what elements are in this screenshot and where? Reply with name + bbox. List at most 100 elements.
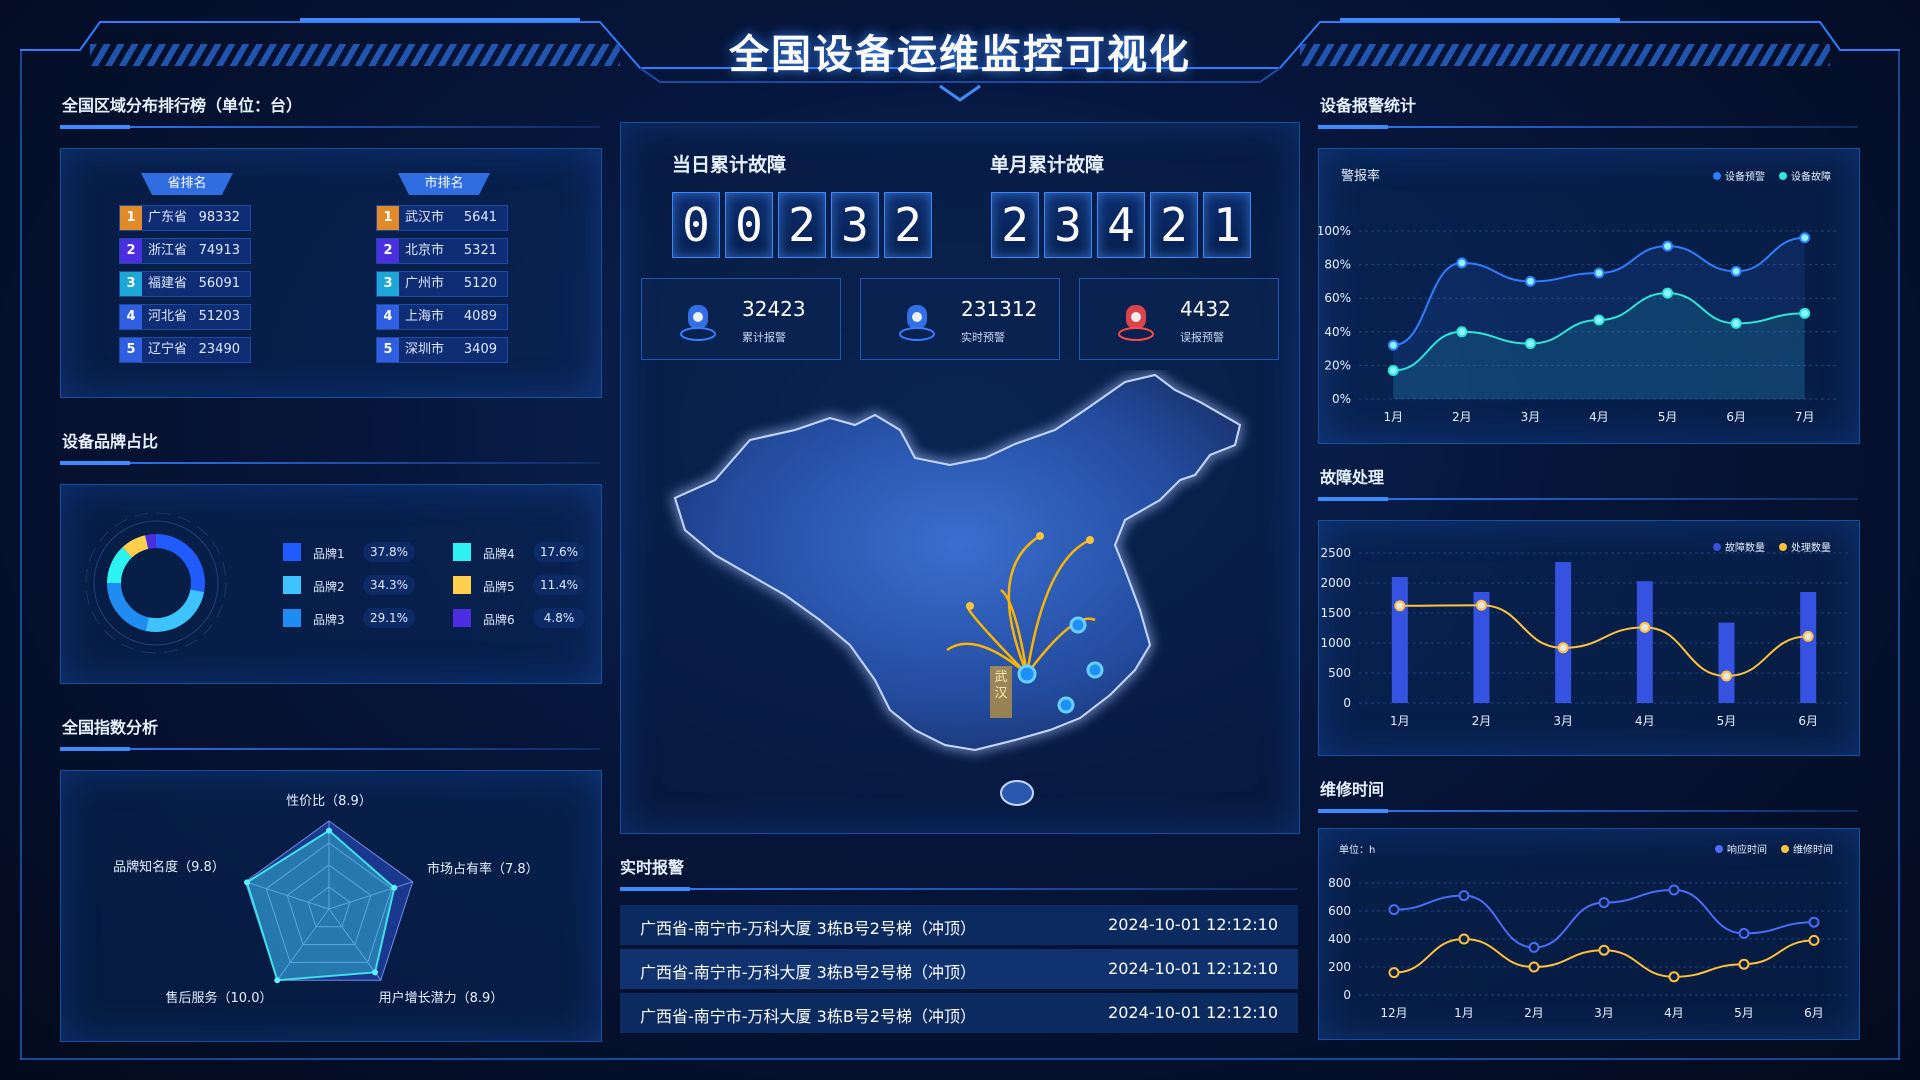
radar-data-point: [391, 884, 398, 891]
china-map: [672, 372, 1243, 806]
chart-point: [1456, 257, 1468, 269]
chart-x-tick: 6月: [1804, 1006, 1824, 1020]
frame-right: [1898, 50, 1900, 1060]
chart-y-tick: 600: [1328, 904, 1351, 918]
counter-digit: 2: [1150, 192, 1198, 258]
brand-legend-label: 品牌6: [483, 613, 515, 627]
brand-legend-item: 品牌2 34.3%: [283, 575, 433, 598]
daily-fault-title: 当日累计故障: [672, 154, 787, 176]
city-rank-name: 广州市: [405, 276, 445, 291]
city-rank-number: 4: [377, 305, 399, 329]
chart-x-tick: 4月: [1635, 714, 1655, 728]
page-title: 全国设备运维监控可视化: [729, 31, 1191, 78]
chart-point: [1639, 621, 1651, 633]
province-rank-value: 56091: [198, 276, 240, 291]
alert-text: 广西省-南宁市-万科大厦 3栋B号2号梯（冲顶）: [640, 963, 976, 982]
stat-label: 累计报警: [742, 331, 786, 344]
alarm-line-chart: 警报率 100% 80% 60% 40% 20% 0% 1月 2月 3月 4月 5月 6月 7月 设备预警 设…: [1319, 168, 1839, 424]
chart-y-tick: 0: [1343, 696, 1351, 710]
fault-bar-chart: 2500 2000 1500 1000 500 0 1月 2月 3月 4月 5月 6月 故障数量 处理数量: [1320, 541, 1849, 728]
city-rank-name: 北京市: [405, 243, 445, 258]
brand-legend-swatch: [453, 609, 471, 627]
province-rank-row: 4 河北省 51203: [119, 304, 251, 330]
chart-point: [1458, 933, 1470, 945]
chart-point: [1668, 971, 1680, 983]
city-rank-number: 1: [377, 206, 399, 230]
radar-data-point: [372, 969, 379, 976]
brand-legend-label: 品牌2: [313, 580, 345, 594]
repair-line-chart: 单位：h 800 600 400 200 0 12月 1月 2月 3月 4月 5月 6月 响应时间 维修时间: [1328, 843, 1849, 1020]
chart-x-tick: 1月: [1390, 714, 1410, 728]
city-rank-name: 武汉市: [405, 210, 445, 225]
chart-legend-label: 维修时间: [1793, 843, 1833, 856]
stat-value: 4432: [1180, 297, 1231, 321]
chart-y-tick: 200: [1328, 960, 1351, 974]
chart-y-tick: 20%: [1324, 358, 1351, 372]
counter-digit: 2: [778, 192, 826, 258]
chart-bar: [1800, 592, 1817, 703]
chart-x-tick: 5月: [1717, 714, 1737, 728]
stat-label: 实时预警: [961, 331, 1005, 344]
chart-point: [1799, 307, 1811, 319]
city-rank-value: 3409: [463, 342, 497, 357]
chart-x-tick: 5月: [1734, 1006, 1754, 1020]
donut-slice: [145, 589, 205, 632]
counter-digit: 4: [1097, 192, 1145, 258]
province-rank-value: 51203: [198, 309, 240, 324]
chart-x-tick: 12月: [1380, 1006, 1407, 1020]
chart-legend-marker: [1713, 543, 1721, 551]
chart-y-tick: 2000: [1320, 576, 1351, 590]
chart-point: [1387, 364, 1399, 376]
ranking-title-line: [60, 125, 600, 129]
brand-legend-swatch: [453, 576, 471, 594]
chart-x-tick: 6月: [1726, 410, 1746, 424]
province-rank-name: 辽宁省: [148, 342, 188, 357]
city-rank-row: 1 武汉市 5641: [376, 205, 508, 231]
chart-point: [1524, 338, 1536, 350]
brand-legend-label: 品牌3: [313, 613, 345, 627]
province-rank-number: 2: [120, 239, 142, 263]
counter-digit: 2: [884, 192, 932, 258]
counter-digit: 0: [725, 192, 773, 258]
chart-y-tick: 0: [1343, 988, 1351, 1002]
province-rank-number: 5: [120, 338, 142, 362]
brand-legend-label: 品牌4: [483, 547, 515, 561]
alert-row: 广西省-南宁市-万科大厦 3栋B号2号梯（冲顶） 2024-10-01 12:12…: [620, 905, 1298, 945]
city-rank-name: 深圳市: [405, 342, 445, 357]
chart-point: [1593, 314, 1605, 326]
brand-legend-percent: 17.6%: [533, 542, 585, 562]
donut-slice: [155, 534, 205, 593]
brand-legend-item: 品牌4 17.6%: [453, 542, 603, 565]
radar-label: 性价比（8.9）: [286, 794, 372, 809]
chart-y-tick: 0%: [1332, 392, 1351, 406]
chart-point: [1598, 944, 1610, 956]
chart-y-tick: 1500: [1320, 606, 1351, 620]
chart-x-tick: 5月: [1658, 410, 1678, 424]
radar-data-point: [243, 879, 250, 886]
brand-legend-label: 品牌1: [313, 547, 345, 561]
province-rank-number: 3: [120, 272, 142, 296]
radar-label: 品牌知名度（9.8）: [113, 859, 225, 875]
chart-legend-marker: [1781, 845, 1789, 853]
chart-point: [1799, 232, 1811, 244]
index-title: 全国指数分析: [62, 718, 159, 737]
donut-slice: [107, 582, 149, 631]
counter-digit: 3: [1044, 192, 1092, 258]
index-radar-chart: 性价比（8.9） 市场占有率（7.8） 用户增长潜力（8.9） 售后服务（10.0） 品…: [113, 794, 539, 1006]
alert-text: 广西省-南宁市-万科大厦 3栋B号2号梯（冲顶）: [640, 1007, 976, 1026]
city-rank-value: 4089: [463, 309, 497, 324]
repair-title-line: [1318, 809, 1858, 813]
chart-x-tick: 1月: [1383, 410, 1403, 424]
city-rank-value: 5120: [463, 276, 497, 291]
chart-legend-marker: [1779, 543, 1787, 551]
stat-value: 231312: [961, 297, 1038, 321]
province-rank-name: 福建省: [148, 276, 188, 291]
brand-legend-swatch: [283, 543, 301, 561]
brand-legend-swatch: [283, 609, 301, 627]
chart-x-tick: 2月: [1452, 410, 1472, 424]
city-rank-number: 2: [377, 239, 399, 263]
alerts-title: 实时报警: [620, 858, 685, 877]
chart-x-tick: 6月: [1798, 714, 1818, 728]
fault-panel: 2500 2000 1500 1000 500 0 1月 2月 3月 4月 5月 6月 故障数量 处理数量: [1318, 520, 1860, 756]
chart-x-tick: 7月: [1795, 410, 1815, 424]
